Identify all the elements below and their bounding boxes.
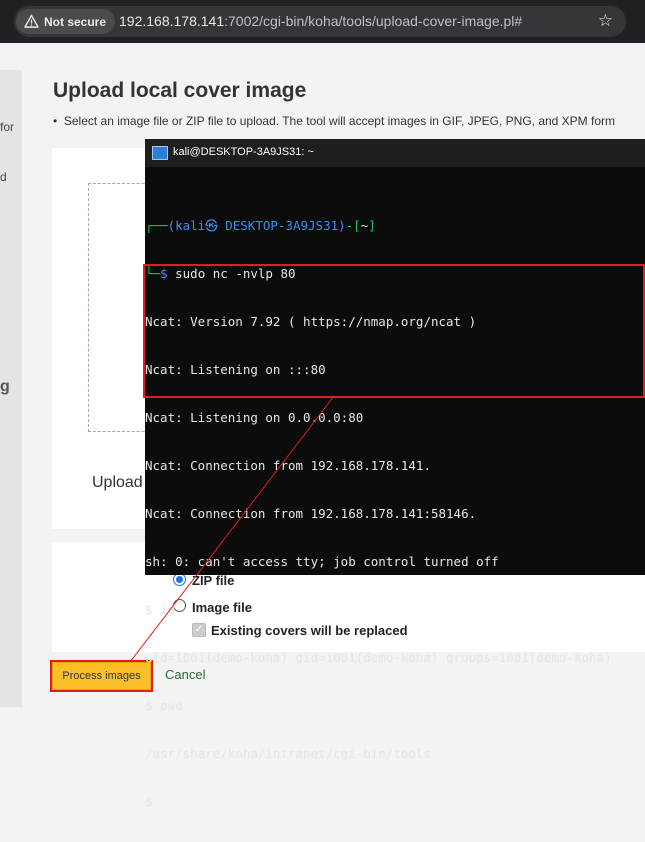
security-indicator[interactable]: Not secure [16, 9, 116, 34]
terminal-titlebar[interactable]: kali@DESKTOP-3A9JS31: ~ [145, 139, 645, 167]
instruction-text: • Select an image file or ZIP file to up… [53, 114, 616, 128]
prompt-line-1: ┌──(kali㉿ DESKTOP-3A9JS31)-[~] [145, 218, 376, 233]
bookmark-star-icon[interactable]: ☆ [598, 11, 613, 31]
instruction-label: Select an image file or ZIP file to uplo… [63, 114, 616, 128]
sidebar-fragment: g [0, 378, 10, 395]
annotation-box-button [50, 660, 153, 692]
terminal-line: /usr/share/koha/intranet/cgi-bin/tools [145, 746, 431, 761]
prompt-user: (kali㉿ DESKTOP-3A9JS31) [167, 218, 346, 233]
sidebar-fragment[interactable]: for [0, 120, 14, 134]
terminal-line: Ncat: Listening on 0.0.0.0:80 [145, 410, 364, 425]
warning-icon [24, 14, 39, 28]
upload-label: Upload [92, 474, 143, 491]
url-path: :7002/cgi-bin/koha/tools/upload-cover-im… [224, 13, 523, 29]
terminal-title: kali@DESKTOP-3A9JS31: ~ [173, 146, 314, 158]
terminal-line: sh: 0: can't access tty; job control tur… [145, 554, 499, 569]
annotation-box-terminal [143, 264, 645, 398]
page-title: Upload local cover image [53, 79, 307, 102]
terminal-line: $ id [145, 602, 176, 617]
terminal-line: $ [145, 794, 153, 809]
sidebar-fragment[interactable]: d [0, 170, 7, 184]
address-bar[interactable]: Not secure 192.168.178.141:7002/cgi-bin/… [14, 6, 626, 37]
url-host: 192.168.178.141 [119, 13, 225, 29]
terminal-line: Ncat: Connection from 192.168.178.141:58… [145, 506, 477, 521]
terminal-line: Ncat: Connection from 192.168.178.141. [145, 458, 431, 473]
terminal-line: $ pwd [145, 698, 183, 713]
sidebar: for d g [0, 70, 22, 707]
browser-toolbar: Not secure 192.168.178.141:7002/cgi-bin/… [0, 0, 645, 43]
url-text[interactable]: 192.168.178.141:7002/cgi-bin/koha/tools/… [119, 13, 522, 29]
terminal-line: uid=1001(demo-koha) gid=1001(demo-koha) … [145, 650, 612, 665]
security-label: Not secure [44, 14, 107, 29]
terminal-icon [152, 146, 168, 160]
